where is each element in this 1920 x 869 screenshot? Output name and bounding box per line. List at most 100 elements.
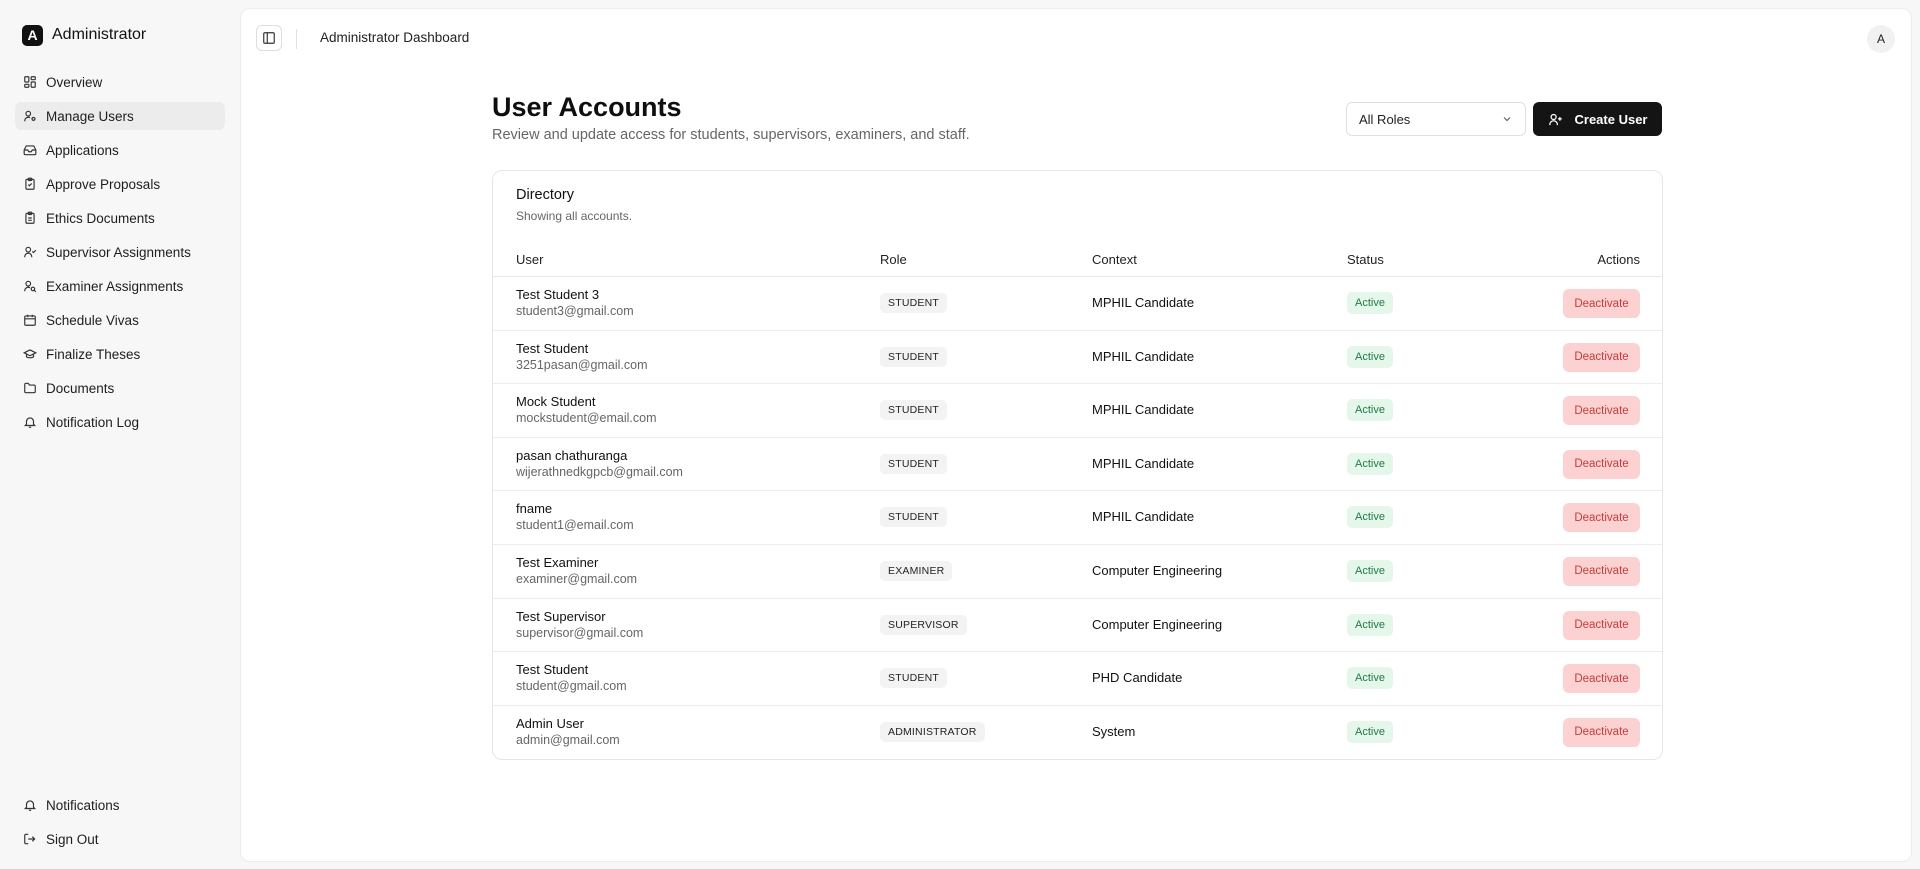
deactivate-button[interactable]: Deactivate <box>1563 396 1640 426</box>
role-cell: STUDENT <box>880 668 947 689</box>
create-user-button[interactable]: Create User <box>1533 102 1662 136</box>
deactivate-button[interactable]: Deactivate <box>1563 717 1640 747</box>
sidebar-item-finalize-theses[interactable]: Finalize Theses <box>15 340 225 368</box>
user-name: Test Student 3 <box>516 287 600 302</box>
sidebar-item-ethics-documents[interactable]: Ethics Documents <box>15 204 225 232</box>
brand-name: Administrator <box>52 26 147 43</box>
sidebar-item-approve-proposals[interactable]: Approve Proposals <box>15 170 225 198</box>
actions-cell: Deactivate <box>1563 556 1640 586</box>
graduation-cap-icon <box>23 347 37 361</box>
directory-title: Directory <box>516 187 575 203</box>
sidebar-item-overview[interactable]: Overview <box>15 68 225 96</box>
role-badge: STUDENT <box>880 293 947 313</box>
user-search-icon <box>23 279 37 293</box>
sidebar-item-supervisor-assignments[interactable]: Supervisor Assignments <box>15 238 225 266</box>
actions-cell: Deactivate <box>1563 664 1640 694</box>
sidebar-item-label: Applications <box>46 142 119 158</box>
status-badge: Active <box>1347 452 1393 475</box>
role-cell: STUDENT <box>880 453 947 474</box>
directory-card: Directory Showing all accounts. User Rol… <box>492 170 1663 760</box>
actions-cell: Deactivate <box>1563 503 1640 533</box>
deactivate-button[interactable]: Deactivate <box>1563 449 1640 479</box>
context-cell: MPHIL Candidate <box>1092 348 1195 364</box>
sidebar-item-label: Sign Out <box>46 831 99 847</box>
role-badge: STUDENT <box>880 453 947 474</box>
grid-icon <box>23 75 37 89</box>
column-header-role: Role <box>880 252 907 267</box>
deactivate-button[interactable]: Deactivate <box>1563 610 1640 640</box>
status-cell: Active <box>1347 292 1393 314</box>
user-email: wijerathnedkgpcb@gmail.com <box>516 464 683 479</box>
clipboard-icon <box>23 211 37 225</box>
sidebar-item-schedule-vivas[interactable]: Schedule Vivas <box>15 306 225 334</box>
user-plus-icon <box>1548 112 1563 127</box>
status-badge: Active <box>1347 613 1393 636</box>
context-cell: PHD Candidate <box>1092 670 1183 686</box>
sidebar-item-label: Examiner Assignments <box>46 278 184 294</box>
user-name: fname <box>516 501 553 517</box>
user-name: pasan chathuranga <box>516 447 628 463</box>
brand-logo: A <box>22 24 43 46</box>
user-name: Mock Student <box>516 394 596 410</box>
column-header-status: Status <box>1347 252 1384 267</box>
header-title: Administrator Dashboard <box>320 30 470 45</box>
context-cell: MPHIL Candidate <box>1092 402 1195 418</box>
chevron-down-icon <box>1501 113 1513 125</box>
user-check-icon <box>23 245 37 259</box>
sidebar-item-notification-log[interactable]: Notification Log <box>15 408 225 436</box>
sidebar-item-label: Ethics Documents <box>46 210 155 226</box>
column-header-user: User <box>516 252 544 267</box>
sidebar-item-examiner-assignments[interactable]: Examiner Assignments <box>15 272 225 300</box>
status-cell: Active <box>1347 720 1393 743</box>
sidebar-toggle-button[interactable] <box>256 25 282 51</box>
sidebar-footer: Notifications Sign Out <box>15 791 225 859</box>
panel-left-icon <box>262 31 276 45</box>
page-subtitle: Review and update access for students, s… <box>492 127 970 143</box>
user-cell: Test Supervisor supervisor@gmail.com <box>516 608 643 642</box>
context-cell: MPHIL Candidate <box>1092 509 1195 525</box>
context-cell: MPHIL Candidate <box>1092 295 1195 310</box>
role-badge: SUPERVISOR <box>880 614 967 635</box>
sidebar-item-label: Notifications <box>46 797 120 813</box>
sidebar-item-label: Finalize Theses <box>46 346 141 362</box>
bell-icon <box>23 798 37 812</box>
user-email: 3251pasan@gmail.com <box>516 357 648 372</box>
sidebar-item-applications[interactable]: Applications <box>15 136 225 164</box>
actions-cell: Deactivate <box>1563 449 1640 479</box>
role-cell: ADMINISTRATOR <box>880 721 985 742</box>
user-cell: Test Student 3 student3@gmail.com <box>516 286 634 320</box>
status-cell: Active <box>1347 452 1393 475</box>
brand[interactable]: A Administrator <box>22 24 146 46</box>
sidebar-item-sign-out[interactable]: Sign Out <box>15 825 225 853</box>
sidebar-item-label: Approve Proposals <box>46 176 161 192</box>
role-badge: STUDENT <box>880 400 947 421</box>
sidebar-item-manage-users[interactable]: Manage Users <box>15 102 225 130</box>
status-badge: Active <box>1347 399 1393 422</box>
status-badge: Active <box>1347 292 1393 314</box>
status-cell: Active <box>1347 506 1393 529</box>
deactivate-button[interactable]: Deactivate <box>1563 664 1640 694</box>
sidebar-item-documents[interactable]: Documents <box>15 374 225 402</box>
sidebar-item-label: Documents <box>46 380 115 396</box>
role-filter-select[interactable]: All Roles <box>1346 102 1526 136</box>
column-header-context: Context <box>1092 252 1137 267</box>
user-email: mockstudent@email.com <box>516 411 657 426</box>
deactivate-button[interactable]: Deactivate <box>1563 503 1640 533</box>
role-badge: ADMINISTRATOR <box>880 721 985 742</box>
inbox-icon <box>23 143 37 157</box>
user-cell: pasan chathuranga wijerathnedkgpcb@gmail.… <box>516 447 683 481</box>
avatar[interactable]: A <box>1867 25 1895 53</box>
log-out-icon <box>23 832 37 846</box>
user-cell: Test Student 3251pasan@gmail.com <box>516 340 648 374</box>
status-cell: Active <box>1347 399 1393 422</box>
role-cell: STUDENT <box>880 400 947 421</box>
user-name: Test Student <box>516 662 589 678</box>
sidebar-item-notifications[interactable]: Notifications <box>15 791 225 819</box>
table-header: User Role Context Status Actions <box>493 243 1662 277</box>
deactivate-button[interactable]: Deactivate <box>1563 342 1640 372</box>
status-cell: Active <box>1347 667 1393 690</box>
role-cell: EXAMINER <box>880 560 953 581</box>
deactivate-button[interactable]: Deactivate <box>1563 289 1640 318</box>
sidebar-item-label: Schedule Vivas <box>46 312 139 328</box>
deactivate-button[interactable]: Deactivate <box>1563 556 1640 586</box>
